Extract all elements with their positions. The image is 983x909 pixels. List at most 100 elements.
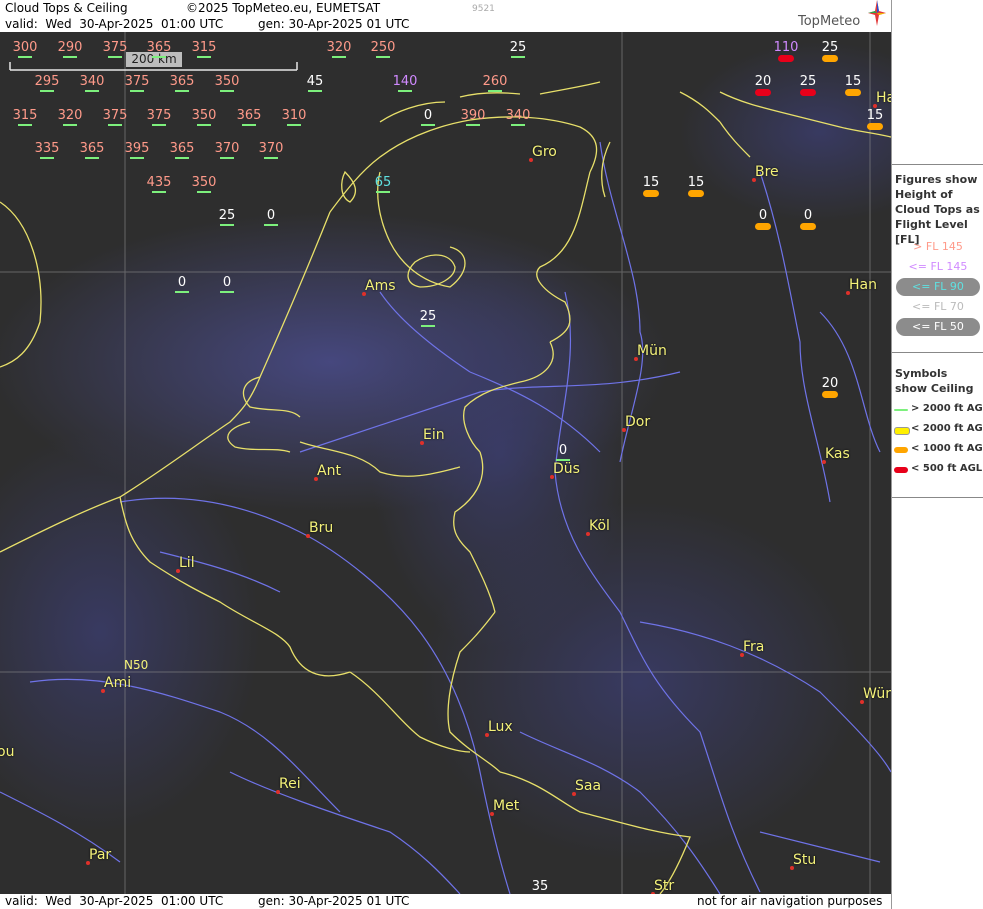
city-label: Dor	[625, 414, 651, 430]
legend-ceiling-title: Symbols show Ceiling	[895, 367, 974, 395]
ceiling-symbol	[18, 124, 32, 126]
ceiling-symbol	[63, 124, 77, 126]
cloud-top-value: 350	[191, 175, 217, 190]
ceiling-symbol	[376, 56, 390, 58]
ceiling-symbol	[800, 223, 816, 230]
ceiling-symbol	[822, 391, 838, 398]
city-label: Lux	[488, 719, 513, 735]
cloud-top-value: 390	[460, 108, 486, 123]
cloud-top-value: 25	[821, 40, 839, 55]
city-label: Wür	[863, 686, 891, 702]
cloud-top-value: 365	[146, 40, 172, 55]
ceiling-symbol	[85, 157, 99, 159]
cloud-top-value: 0	[177, 275, 187, 290]
ceiling-symbol	[197, 124, 211, 126]
cloud-top-value: 300	[12, 40, 38, 55]
cloud-top-value: 15	[687, 175, 705, 190]
ceiling-symbol	[40, 157, 54, 159]
ceiling-symbol	[488, 90, 502, 92]
cloud-top-value: 20	[754, 74, 772, 89]
city-label: ou	[0, 744, 15, 760]
cloud-top-value: 295	[34, 74, 60, 89]
ceiling-symbol	[421, 124, 435, 126]
cloud-top-value: 110	[773, 40, 799, 55]
city-label: Rei	[279, 776, 301, 792]
latitude-label-n50: N50	[124, 658, 149, 672]
ceiling-symbol	[755, 223, 771, 230]
ceiling-symbol	[130, 157, 144, 159]
cloud-top-value: 370	[258, 141, 284, 156]
city-label: Düs	[553, 461, 580, 477]
ceiling-symbol	[197, 191, 211, 193]
valid-time: valid: Wed 30-Apr-2025 01:00 UTC	[5, 17, 224, 31]
cloud-top-value: 0	[266, 208, 276, 223]
legend-tops-item: <= FL 90	[896, 278, 980, 296]
cloud-top-value: 0	[558, 443, 568, 458]
legend-ceiling-symbol	[894, 447, 908, 453]
city-label: Str	[654, 878, 675, 894]
cloud-top-value: 310	[281, 108, 307, 123]
ceiling-symbol	[175, 291, 189, 293]
ceiling-symbol	[264, 157, 278, 159]
cloud-top-value: 320	[326, 40, 352, 55]
city-label: Ami	[104, 675, 132, 691]
ceiling-symbol	[220, 90, 234, 92]
cloud-top-value: 435	[146, 175, 172, 190]
legend-ceiling-label: > 2000 ft AGL	[911, 403, 983, 414]
cloud-top-value: 25	[799, 74, 817, 89]
city-label: Met	[493, 798, 520, 814]
city-label: Ant	[317, 463, 341, 479]
legend-panel: Figures show Height of Cloud Tops as Fli…	[891, 0, 983, 909]
cloud-top-value: 375	[102, 108, 128, 123]
city-label: Mün	[637, 343, 667, 359]
map-graphics	[0, 32, 891, 894]
ceiling-symbol	[63, 56, 77, 58]
ceiling-symbol	[511, 56, 525, 58]
ceiling-symbol	[643, 190, 659, 197]
ceiling-symbol	[242, 124, 256, 126]
cloud-top-value: 370	[214, 141, 240, 156]
ceiling-symbol	[175, 90, 189, 92]
legend-tops-item: <= FL 50	[896, 318, 980, 336]
legend-ceiling-label: < 500 ft AGL	[911, 463, 983, 474]
ceiling-symbol	[130, 90, 144, 92]
cloud-top-value: 65	[374, 175, 392, 190]
cloud-top-value: 375	[146, 108, 172, 123]
ceiling-symbol	[800, 89, 816, 96]
ceiling-symbol	[220, 291, 234, 293]
satellite-map: 200 km N50 Gro Bre Ams Han Mün Dor Ein Kas Düs An…	[0, 32, 891, 894]
ceiling-symbol	[376, 191, 390, 193]
ceiling-symbol	[822, 55, 838, 62]
ceiling-symbol	[220, 157, 234, 159]
legend-ceiling-label: < 2000 ft AGL	[911, 423, 983, 434]
city-label: Bru	[309, 520, 334, 536]
city-label: Ha	[876, 90, 891, 106]
cloud-top-value: 315	[12, 108, 38, 123]
logo-text: TopMeteo	[798, 14, 861, 29]
city-label: Han	[849, 277, 877, 293]
legend-tops-item: <= FL 145	[908, 260, 968, 273]
cloud-top-value: 350	[191, 108, 217, 123]
image-code: 9521	[472, 4, 495, 14]
ceiling-symbol	[308, 90, 322, 92]
city-label: Ams	[365, 278, 396, 294]
ceiling-symbol	[108, 56, 122, 58]
legend-ceiling-symbol	[894, 427, 910, 435]
ceiling-symbol	[18, 56, 32, 58]
ceiling-symbol	[287, 124, 301, 126]
city-label: Köl	[589, 518, 610, 534]
chart-root: Cloud Tops & Ceiling ©2025 TopMeteo.eu, …	[0, 0, 983, 909]
legend-ceiling-symbol	[894, 467, 908, 473]
ceiling-symbol	[85, 90, 99, 92]
ceiling-symbol	[466, 124, 480, 126]
compass-star-icon	[868, 0, 886, 26]
cloud-top-value: 15	[866, 108, 884, 123]
cloud-top-value: 0	[222, 275, 232, 290]
cloud-top-value: 0	[423, 108, 433, 123]
city-label: Stu	[793, 852, 817, 868]
ceiling-symbol	[152, 56, 166, 58]
cloud-top-value: 315	[191, 40, 217, 55]
ceiling-symbol	[220, 224, 234, 226]
legend-tops-item: > FL 145	[913, 240, 963, 253]
cloud-top-value: 375	[102, 40, 128, 55]
